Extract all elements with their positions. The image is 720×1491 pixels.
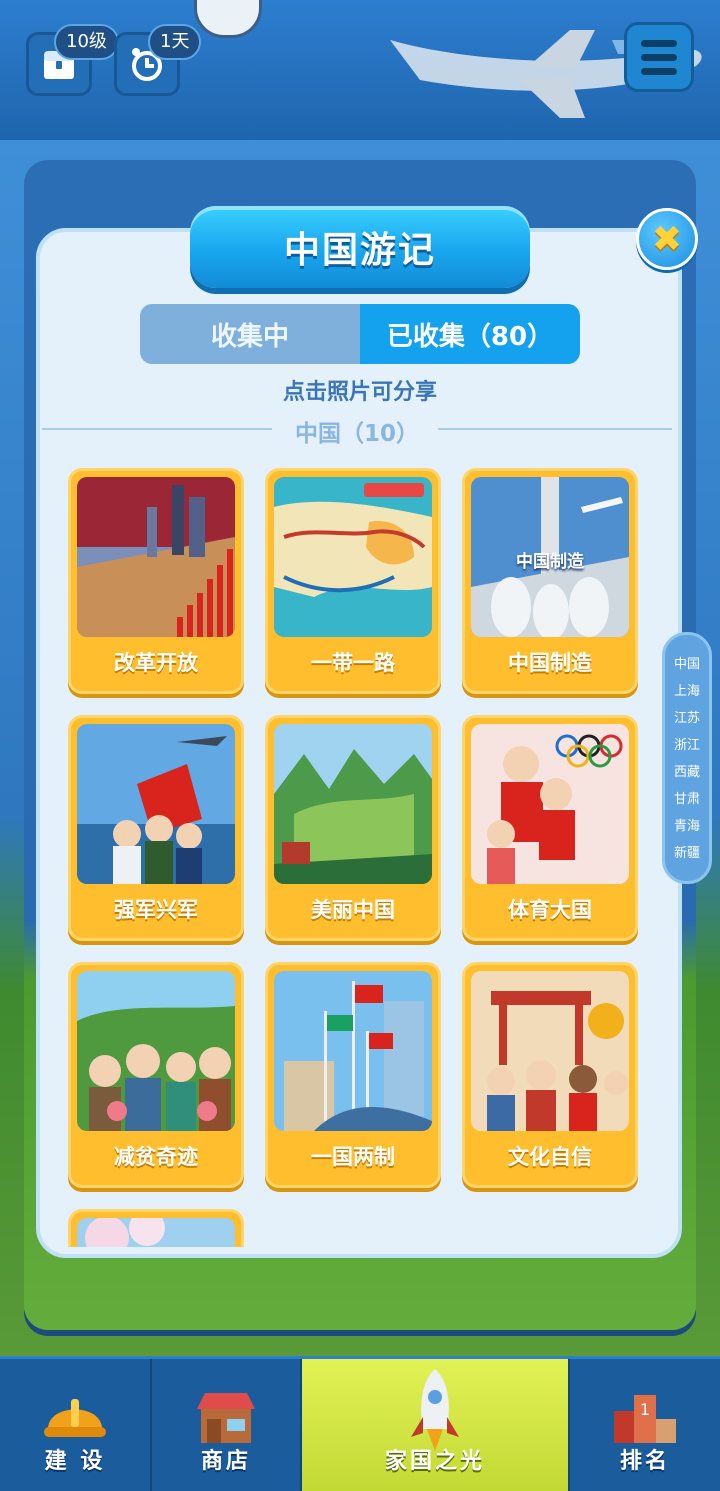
index-item[interactable]: 中国 [665,651,709,678]
card-label: 中国制造 [508,651,592,675]
section-header: 中国（10） [42,414,672,447]
nav-shop[interactable]: 商店 [152,1359,302,1491]
card-label: 一国两制 [311,1145,395,1169]
photo-card[interactable]: 体育大国 [462,715,638,941]
index-item[interactable]: 浙江 [665,732,709,759]
svg-text:1: 1 [640,1400,650,1419]
reform-opening-photo [77,477,235,637]
photo-card[interactable]: 强军兴军 [68,715,244,941]
index-item[interactable]: 甘肃 [665,786,709,813]
card-label: 体育大国 [508,898,592,922]
menu-icon-bar [641,67,677,75]
share-hint: 点击照片可分享 [282,380,437,405]
card-label: 改革开放 [114,651,198,675]
photo-card[interactable]: 文化自信 [462,962,638,1188]
partial-blossom-photo [77,1218,235,1247]
tab-collecting[interactable]: 收集中 [140,304,360,364]
photo-grid[interactable]: 改革开放 一带一路 中国制造 中国制造 强军兴军 美丽中国 体育大国 减贫奇迹 … [42,460,672,1247]
belt-road-map-photo [274,477,432,637]
menu-icon [641,39,677,47]
rocket-icon [411,1369,459,1451]
card-label: 一带一路 [311,651,395,675]
photo-card[interactable]: 一带一路 [265,468,441,694]
modal-title: 中国游记 [190,206,530,288]
index-item[interactable]: 新疆 [665,840,709,867]
index-item[interactable]: 上海 [665,678,709,705]
province-index: 中国 上海 江苏 浙江 西藏 甘肃 青海 新疆 [662,632,712,884]
sports-photo [471,724,629,884]
one-country-two-systems-photo [274,971,432,1131]
cultural-confidence-photo [471,971,629,1131]
close-icon: ✖ [651,218,683,260]
photo-card[interactable]: 中国制造 中国制造 [462,468,638,694]
level-badge: 10级 [54,24,119,60]
nav-ranking[interactable]: 1 排名 [570,1359,720,1491]
card-label: 减贫奇迹 [114,1145,198,1169]
nav-home-light[interactable]: 家国之光 [302,1359,570,1491]
photo-card[interactable]: 美丽中国 [265,715,441,941]
nav-label: 家国之光 [384,1449,485,1474]
card-label: 美丽中国 [311,898,395,922]
index-item[interactable]: 江苏 [665,705,709,732]
beautiful-china-photo [274,724,432,884]
days-badge: 1天 [148,24,202,60]
bottom-nav: 建 设 商店 家国之光 1 排名 [0,1356,720,1491]
close-button[interactable]: ✖ [636,208,698,270]
military-photo [77,724,235,884]
nav-label: 商店 [200,1449,251,1474]
photo-card[interactable]: 一国两制 [265,962,441,1188]
index-item[interactable]: 青海 [665,813,709,840]
shop-icon [197,1393,255,1443]
tab-collected[interactable]: 已收集（80） [360,304,580,364]
nav-build[interactable]: 建 设 [0,1359,152,1491]
hard-hat-icon [44,1399,106,1437]
menu-button[interactable] [624,22,694,92]
photo-card[interactable]: 减贫奇迹 [68,962,244,1188]
menu-icon-bar [641,53,677,61]
photo-card[interactable]: 改革开放 [68,468,244,694]
index-item[interactable]: 西藏 [665,759,709,786]
section-label: 中国（10） [294,421,419,447]
podium-icon: 1 [614,1395,676,1443]
made-in-china-photo: 中国制造 [471,477,629,637]
card-label: 文化自信 [508,1145,592,1169]
collection-tabs: 收集中 已收集（80） [140,304,580,364]
nav-label: 建 设 [44,1449,106,1474]
photo-card[interactable] [68,1209,244,1247]
card-label: 强军兴军 [114,898,198,922]
photo-overlay-text: 中国制造 [516,552,584,572]
nav-label: 排名 [619,1449,670,1474]
poverty-alleviation-photo [77,971,235,1131]
